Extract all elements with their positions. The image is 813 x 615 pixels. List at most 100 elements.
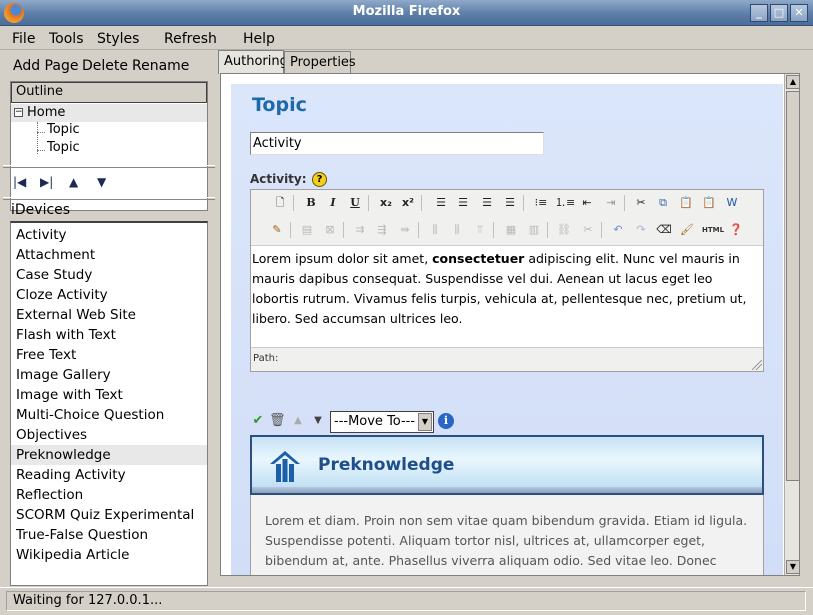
close-button[interactable]: ✕ <box>790 4 808 22</box>
idevice-item[interactable]: Cloze Activity <box>11 285 207 305</box>
idevice-item-selected[interactable]: Preknowledge <box>11 445 207 465</box>
move-to-select[interactable]: ---Move To--- ▼ <box>330 411 434 433</box>
tree-item-home[interactable]: − Home <box>11 104 207 122</box>
eraser-icon[interactable]: ⌫ <box>655 221 673 239</box>
align-center-icon[interactable]: ☰ <box>454 194 472 212</box>
tree-item-topic[interactable]: Topic <box>47 122 80 137</box>
idevice-item[interactable]: Free Text <box>11 345 207 365</box>
vertical-scrollbar[interactable]: ▲ ▼ <box>784 74 799 575</box>
editor-content[interactable]: Lorem ipsum dolor sit amet, consectetuer… <box>251 245 763 348</box>
idevice-item[interactable]: External Web Site <box>11 305 207 325</box>
menu-refresh[interactable]: Refresh <box>164 31 217 47</box>
unlink-icon[interactable]: ✂ <box>579 221 597 239</box>
status-text: Waiting for 127.0.0.1... <box>6 591 806 611</box>
italic-icon[interactable]: I <box>324 194 342 212</box>
rename-button[interactable]: Rename <box>132 58 189 74</box>
tree-connector <box>37 132 45 133</box>
align-left-icon[interactable]: ☰ <box>432 194 450 212</box>
idevice-item[interactable]: Wikipedia Article <box>11 545 207 565</box>
row-after-icon[interactable]: ⇶ <box>373 221 391 239</box>
idevice-item[interactable]: Objectives <box>11 425 207 445</box>
copy-icon[interactable]: ⧉ <box>654 194 672 212</box>
move-down-icon[interactable]: ▼ <box>97 175 106 189</box>
demote-icon[interactable]: ▶| <box>40 175 53 189</box>
panel-splitter[interactable] <box>3 165 215 168</box>
align-right-icon[interactable]: ☰ <box>478 194 496 212</box>
idevice-item[interactable]: Attachment <box>11 245 207 265</box>
row-delete-icon[interactable]: ⇛ <box>396 221 414 239</box>
column-after-icon[interactable]: ⫼ <box>448 221 466 239</box>
toolbar-separator <box>293 195 294 211</box>
paste-text-icon[interactable]: 📋 <box>700 194 718 212</box>
info-icon[interactable]: i <box>438 413 454 429</box>
idevice-item[interactable]: Image Gallery <box>11 365 207 385</box>
tab-properties[interactable]: Properties <box>284 51 356 73</box>
move-up-icon[interactable]: ▲ <box>290 413 306 429</box>
edit-icon[interactable]: ✎ <box>268 221 286 239</box>
add-page-button[interactable]: Add Page <box>13 58 78 74</box>
column-before-icon[interactable]: ⫼ <box>426 221 444 239</box>
idevice-item[interactable]: True-False Question <box>11 525 207 545</box>
tree-item-topic[interactable]: Topic <box>47 140 80 155</box>
idevices-list: Activity Attachment Case Study Cloze Act… <box>10 221 208 586</box>
idevice-item[interactable]: Multi-Choice Question <box>11 405 207 425</box>
paste-word-icon[interactable]: W <box>723 194 741 212</box>
menu-file[interactable]: File <box>12 31 35 47</box>
delete-column-icon[interactable]: ⫪ <box>471 221 489 239</box>
split-cells-icon[interactable]: ▥ <box>525 221 543 239</box>
cleanup-icon[interactable]: 🖌 <box>678 221 696 239</box>
maximize-button[interactable]: □ <box>770 4 788 22</box>
scroll-up-icon[interactable]: ▲ <box>786 75 799 89</box>
move-up-icon[interactable]: ▲ <box>69 175 78 189</box>
help-icon[interactable]: ❓ <box>727 221 745 239</box>
underline-icon[interactable]: U <box>346 194 364 212</box>
html-icon[interactable]: HTML <box>702 221 724 239</box>
panel-splitter[interactable] <box>3 197 215 200</box>
checkmark-icon[interactable]: ✔ <box>250 413 266 429</box>
minimize-button[interactable]: _ <box>750 4 768 22</box>
menu-help[interactable]: Help <box>243 31 275 47</box>
authoring-content: Topic Activity Activity: ? 🗋 B I U x₂ x²… <box>220 73 800 576</box>
align-justify-icon[interactable]: ☰ <box>501 194 519 212</box>
new-document-icon[interactable]: 🗋 <box>271 194 289 212</box>
collapse-icon[interactable]: − <box>14 108 23 117</box>
move-down-icon[interactable]: ▼ <box>310 413 326 429</box>
merge-cells-icon[interactable]: ▦ <box>502 221 520 239</box>
redo-icon[interactable]: ↷ <box>632 221 650 239</box>
menu-styles[interactable]: Styles <box>97 31 139 47</box>
idevice-item[interactable]: Image with Text <box>11 385 207 405</box>
numbered-list-icon[interactable]: ⒈≡ <box>555 194 575 212</box>
idevice-item[interactable]: SCORM Quiz Experimental <box>11 505 207 525</box>
paste-icon[interactable]: 📋 <box>677 194 695 212</box>
delete-button[interactable]: Delete <box>82 58 128 74</box>
indent-icon[interactable]: ⇥ <box>602 194 620 212</box>
idevice-item[interactable]: Activity <box>11 225 207 245</box>
superscript-icon[interactable]: x² <box>399 194 417 212</box>
idevice-item[interactable]: Reflection <box>11 485 207 505</box>
scroll-down-icon[interactable]: ▼ <box>786 560 799 574</box>
bold-icon[interactable]: B <box>302 194 320 212</box>
outdent-icon[interactable]: ⇤ <box>578 194 596 212</box>
preknowledge-header: Preknowledge <box>250 435 764 495</box>
idevice-item[interactable]: Flash with Text <box>11 325 207 345</box>
idevice-item[interactable]: Reading Activity <box>11 465 207 485</box>
menu-tools[interactable]: Tools <box>49 31 84 47</box>
table-icon[interactable]: ▤ <box>298 221 316 239</box>
undo-icon[interactable]: ↶ <box>609 221 627 239</box>
subscript-icon[interactable]: x₂ <box>377 194 395 212</box>
cut-icon[interactable]: ✂ <box>632 194 650 212</box>
chevron-down-icon[interactable]: ▼ <box>418 413 432 431</box>
tab-authoring[interactable]: Authoring <box>218 50 288 74</box>
table-delete-icon[interactable]: ⊠ <box>321 221 339 239</box>
bullet-list-icon[interactable]: ⁝≡ <box>532 194 550 212</box>
link-icon[interactable]: ⛓ <box>555 221 573 239</box>
resize-grip-icon[interactable] <box>752 360 762 370</box>
help-icon[interactable]: ? <box>312 172 327 187</box>
delete-icon[interactable]: 🗑 <box>269 413 286 429</box>
idevice-item[interactable]: Case Study <box>11 265 207 285</box>
scroll-thumb[interactable] <box>786 91 799 481</box>
title-input[interactable]: Activity <box>250 132 544 155</box>
row-before-icon[interactable]: ⇉ <box>351 221 369 239</box>
toolbar-separator <box>290 222 291 238</box>
promote-icon[interactable]: |◀ <box>13 175 26 189</box>
